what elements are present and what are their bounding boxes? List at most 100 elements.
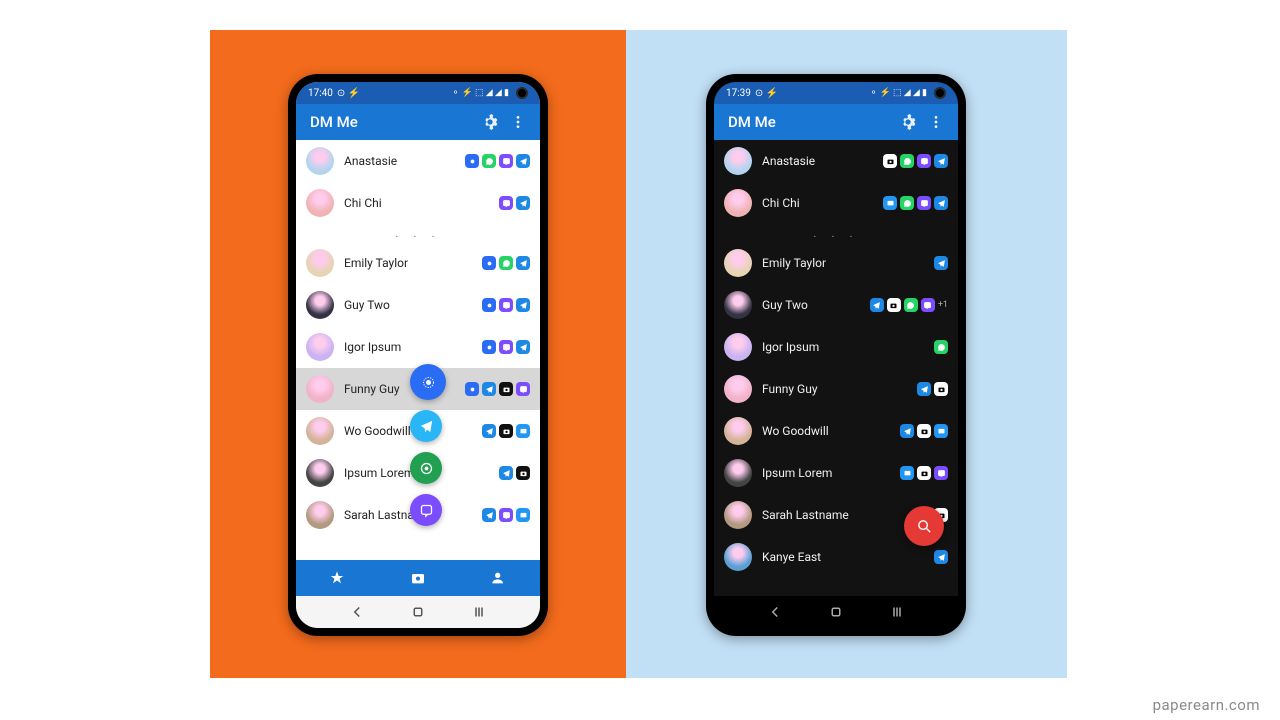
system-nav: [296, 596, 540, 628]
telegram-icon[interactable]: [934, 154, 948, 168]
telegram-icon[interactable]: [934, 196, 948, 210]
viber-icon[interactable]: [934, 466, 948, 480]
fab-search[interactable]: [904, 506, 944, 546]
app-bar: DM Me: [296, 104, 540, 140]
tab-camera[interactable]: [377, 560, 458, 596]
viber-icon[interactable]: [499, 340, 513, 354]
avatar: [306, 249, 334, 277]
contact-row[interactable]: Chi Chi: [714, 182, 958, 224]
whatsapp-icon[interactable]: [499, 256, 513, 270]
viber-icon[interactable]: [516, 382, 530, 396]
signal-icon[interactable]: [482, 298, 496, 312]
camera-icon[interactable]: [883, 154, 897, 168]
contact-row[interactable]: Chi Chi: [296, 182, 540, 224]
camera-icon[interactable]: [499, 424, 513, 438]
nav-recent[interactable]: [470, 603, 488, 621]
signal-icon[interactable]: [465, 154, 479, 168]
phone-frame-light: 17:40⊙ ⚡ ⚬ ⚡ ⬚ ◢ ◢ ▮ DM Me AnastasieChi …: [288, 74, 548, 636]
telegram-icon[interactable]: [516, 340, 530, 354]
telegram-icon[interactable]: [499, 466, 513, 480]
signal-icon[interactable]: [482, 340, 496, 354]
telegram-icon[interactable]: [934, 550, 948, 564]
settings-icon[interactable]: [482, 114, 498, 130]
msg-icon[interactable]: [900, 466, 914, 480]
viber-icon[interactable]: [499, 508, 513, 522]
camera-icon[interactable]: [516, 466, 530, 480]
viber-icon[interactable]: [499, 154, 513, 168]
avatar: [724, 189, 752, 217]
contact-row[interactable]: Emily Taylor: [296, 242, 540, 284]
fab-signal[interactable]: [410, 364, 446, 400]
more-icon[interactable]: [510, 114, 526, 130]
viber-icon[interactable]: [917, 196, 931, 210]
telegram-icon[interactable]: [900, 424, 914, 438]
telegram-icon[interactable]: [516, 298, 530, 312]
fab-viber[interactable]: [410, 494, 442, 526]
telegram-icon[interactable]: [482, 508, 496, 522]
app-chips: [482, 508, 530, 522]
avatar: [306, 333, 334, 361]
whatsapp-icon[interactable]: [900, 196, 914, 210]
app-bar: DM Me: [714, 104, 958, 140]
contact-row[interactable]: Wo Goodwill: [714, 410, 958, 452]
telegram-icon[interactable]: [934, 256, 948, 270]
more-icon[interactable]: [928, 114, 944, 130]
nav-recent[interactable]: [888, 603, 906, 621]
whatsapp-icon[interactable]: [904, 298, 918, 312]
avatar: [724, 459, 752, 487]
telegram-icon[interactable]: [482, 382, 496, 396]
app-chips: [499, 466, 530, 480]
telegram-icon[interactable]: [917, 382, 931, 396]
contact-row[interactable]: Igor Ipsum: [714, 326, 958, 368]
app-chips: [482, 340, 530, 354]
telegram-icon[interactable]: [516, 256, 530, 270]
fab-whatsapp[interactable]: [410, 452, 442, 484]
contact-row[interactable]: Igor Ipsum: [296, 326, 540, 368]
msg-icon[interactable]: [883, 196, 897, 210]
app-chips: [482, 298, 530, 312]
camera-icon[interactable]: [499, 382, 513, 396]
fab-telegram[interactable]: [410, 410, 442, 442]
msg-icon[interactable]: [934, 424, 948, 438]
viber-icon[interactable]: [499, 196, 513, 210]
contact-row[interactable]: Anastasie: [296, 140, 540, 182]
camera-icon[interactable]: [934, 382, 948, 396]
screen-dark: 17:39⊙ ⚡ ⚬ ⚡ ⬚ ◢ ◢ ▮ DM Me AnastasieChi …: [714, 82, 958, 628]
whatsapp-icon[interactable]: [900, 154, 914, 168]
nav-home[interactable]: [409, 603, 427, 621]
contact-row[interactable]: Guy Two+1: [714, 284, 958, 326]
msg-icon[interactable]: [516, 508, 530, 522]
telegram-icon[interactable]: [516, 196, 530, 210]
telegram-icon[interactable]: [516, 154, 530, 168]
contact-list[interactable]: AnastasieChi Chi. . .Emily TaylorGuy Two…: [714, 140, 958, 596]
contact-list[interactable]: AnastasieChi Chi. . .Emily TaylorGuy Two…: [296, 140, 540, 560]
signal-icon[interactable]: [465, 382, 479, 396]
settings-icon[interactable]: [900, 114, 916, 130]
camera-icon[interactable]: [917, 466, 931, 480]
viber-icon[interactable]: [921, 298, 935, 312]
telegram-icon[interactable]: [482, 424, 496, 438]
contact-row[interactable]: Anastasie: [714, 140, 958, 182]
tab-add-contact[interactable]: [459, 560, 540, 596]
nav-back[interactable]: [348, 603, 366, 621]
app-chips: [900, 466, 948, 480]
camera-icon[interactable]: [917, 424, 931, 438]
contact-row[interactable]: Emily Taylor: [714, 242, 958, 284]
nav-back[interactable]: [766, 603, 784, 621]
viber-icon[interactable]: [499, 298, 513, 312]
contact-row[interactable]: Funny Guy: [714, 368, 958, 410]
signal-icon[interactable]: [482, 256, 496, 270]
contact-row[interactable]: Guy Two: [296, 284, 540, 326]
avatar: [724, 147, 752, 175]
msg-icon[interactable]: [516, 424, 530, 438]
tab-favorites[interactable]: [296, 560, 377, 596]
whatsapp-icon[interactable]: [482, 154, 496, 168]
contact-name: Chi Chi: [762, 196, 873, 210]
camera-cutout: [516, 87, 528, 99]
camera-icon[interactable]: [887, 298, 901, 312]
telegram-icon[interactable]: [870, 298, 884, 312]
nav-home[interactable]: [827, 603, 845, 621]
contact-row[interactable]: Ipsum Lorem: [714, 452, 958, 494]
whatsapp-icon[interactable]: [934, 340, 948, 354]
viber-icon[interactable]: [917, 154, 931, 168]
